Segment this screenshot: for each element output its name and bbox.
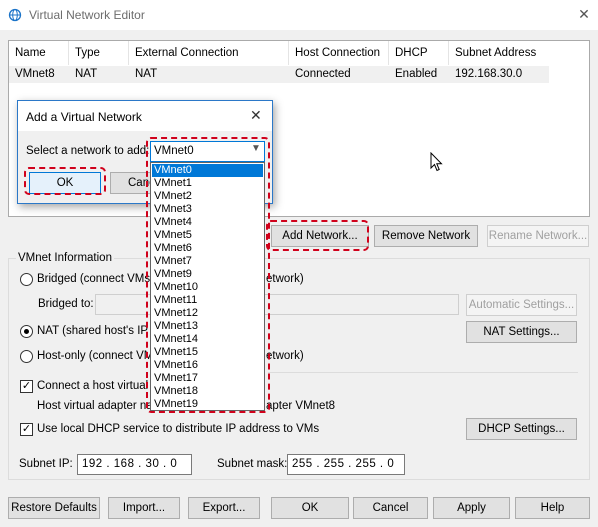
import-button[interactable]: Import... — [108, 497, 180, 519]
globe-icon — [8, 8, 22, 22]
dropdown-option[interactable]: VMnet0 — [152, 164, 263, 177]
dropdown-option[interactable]: VMnet6 — [152, 242, 263, 255]
cell-subnet: 192.168.30.0 — [455, 68, 523, 80]
connect-adapter-label: Connect a host virtual a — [37, 380, 158, 392]
cell-host: Connected — [295, 68, 351, 80]
vmnet-info-group — [8, 258, 590, 480]
cell-external: NAT — [135, 68, 158, 80]
dhcp-checkbox[interactable]: ✓ — [20, 423, 33, 436]
column-header-external[interactable]: External Connection — [129, 41, 289, 65]
remove-network-button[interactable]: Remove Network — [374, 225, 478, 247]
dropdown-option[interactable]: VMnet16 — [152, 359, 263, 372]
chevron-down-icon[interactable]: ▼ — [251, 143, 261, 154]
dropdown-option[interactable]: VMnet18 — [152, 385, 263, 398]
nat-settings-button[interactable]: NAT Settings... — [466, 321, 577, 343]
dropdown-option[interactable]: VMnet7 — [152, 255, 263, 268]
connect-adapter-checkbox[interactable]: ✓ — [20, 380, 33, 393]
close-icon[interactable]: ✕ — [250, 107, 262, 124]
adapter-name-tail: apter VMnet8 — [266, 400, 336, 412]
cancel-button[interactable]: Cancel — [353, 497, 428, 519]
dropdown-option[interactable]: VMnet11 — [152, 294, 263, 307]
restore-defaults-button[interactable]: Restore Defaults — [8, 497, 100, 519]
bridged-radio[interactable] — [20, 273, 33, 286]
divider — [268, 372, 578, 373]
dropdown-option[interactable]: VMnet13 — [152, 320, 263, 333]
vmnet-info-label: VMnet Information — [16, 252, 114, 264]
export-button[interactable]: Export... — [188, 497, 260, 519]
cell-type: NAT — [75, 68, 98, 80]
subnet-ip-label: Subnet IP: — [19, 458, 73, 470]
subnet-mask-input[interactable]: 255 . 255 . 255 . 0 — [287, 454, 405, 475]
column-header-name[interactable]: Name — [9, 41, 69, 65]
column-header-host[interactable]: Host Connection — [289, 41, 389, 65]
column-header-subnet[interactable]: Subnet Address — [449, 41, 589, 65]
close-icon[interactable]: ✕ — [574, 4, 594, 24]
add-network-button[interactable]: Add Network... — [271, 225, 369, 247]
bridged-label: Bridged (connect VMs di — [37, 273, 163, 285]
nat-label: NAT (shared host's IP a — [37, 325, 158, 337]
bridged-label-tail: etwork) — [266, 273, 304, 285]
dropdown-option[interactable]: VMnet17 — [152, 372, 263, 385]
ok-button[interactable]: OK — [271, 497, 349, 519]
help-button[interactable]: Help — [515, 497, 590, 519]
dropdown-option[interactable]: VMnet1 — [152, 177, 263, 190]
column-header-dhcp[interactable]: DHCP — [389, 41, 449, 65]
dropdown-option[interactable]: VMnet4 — [152, 216, 263, 229]
cell-name: VMnet8 — [15, 68, 55, 80]
host-only-label: Host-only (connect VMs — [37, 350, 160, 362]
automatic-settings-button[interactable]: Automatic Settings... — [466, 294, 577, 316]
dropdown-option[interactable]: VMnet9 — [152, 268, 263, 281]
host-only-radio[interactable] — [20, 350, 33, 363]
select-network-label: Select a network to add: — [26, 145, 150, 157]
apply-button[interactable]: Apply — [433, 497, 510, 519]
mouse-cursor-icon — [430, 152, 443, 172]
rename-network-button[interactable]: Rename Network... — [487, 225, 589, 247]
adapter-name-label: Host virtual adapter na — [37, 400, 153, 412]
dropdown-option[interactable]: VMnet3 — [152, 203, 263, 216]
dialog-title: Add a Virtual Network — [26, 110, 142, 124]
dhcp-label: Use local DHCP service to distribute IP … — [37, 423, 320, 435]
network-select-value: VMnet0 — [154, 145, 194, 157]
dropdown-option[interactable]: VMnet5 — [152, 229, 263, 242]
bridged-to-label: Bridged to: — [38, 298, 94, 310]
network-select[interactable]: VMnet0 ▼ — [150, 141, 265, 162]
dropdown-option[interactable]: VMnet19 — [152, 398, 263, 411]
network-dropdown-list[interactable]: VMnet0 VMnet1 VMnet2 VMnet3 VMnet4 VMnet… — [150, 162, 265, 411]
subnet-mask-label: Subnet mask: — [217, 458, 288, 470]
dhcp-settings-button[interactable]: DHCP Settings... — [466, 418, 577, 440]
dropdown-option[interactable]: VMnet15 — [152, 346, 263, 359]
cell-dhcp: Enabled — [395, 68, 438, 80]
dropdown-option[interactable]: VMnet14 — [152, 333, 263, 346]
dropdown-option[interactable]: VMnet2 — [152, 190, 263, 203]
dialog-ok-button[interactable]: OK — [29, 172, 101, 194]
window-title: Virtual Network Editor — [29, 8, 145, 22]
subnet-ip-input[interactable]: 192 . 168 . 30 . 0 — [77, 454, 192, 475]
host-only-label-tail: etwork) — [266, 350, 304, 362]
column-header-type[interactable]: Type — [69, 41, 129, 65]
nat-radio[interactable] — [20, 325, 33, 338]
dropdown-option[interactable]: VMnet12 — [152, 307, 263, 320]
dropdown-option[interactable]: VMnet10 — [152, 281, 263, 294]
